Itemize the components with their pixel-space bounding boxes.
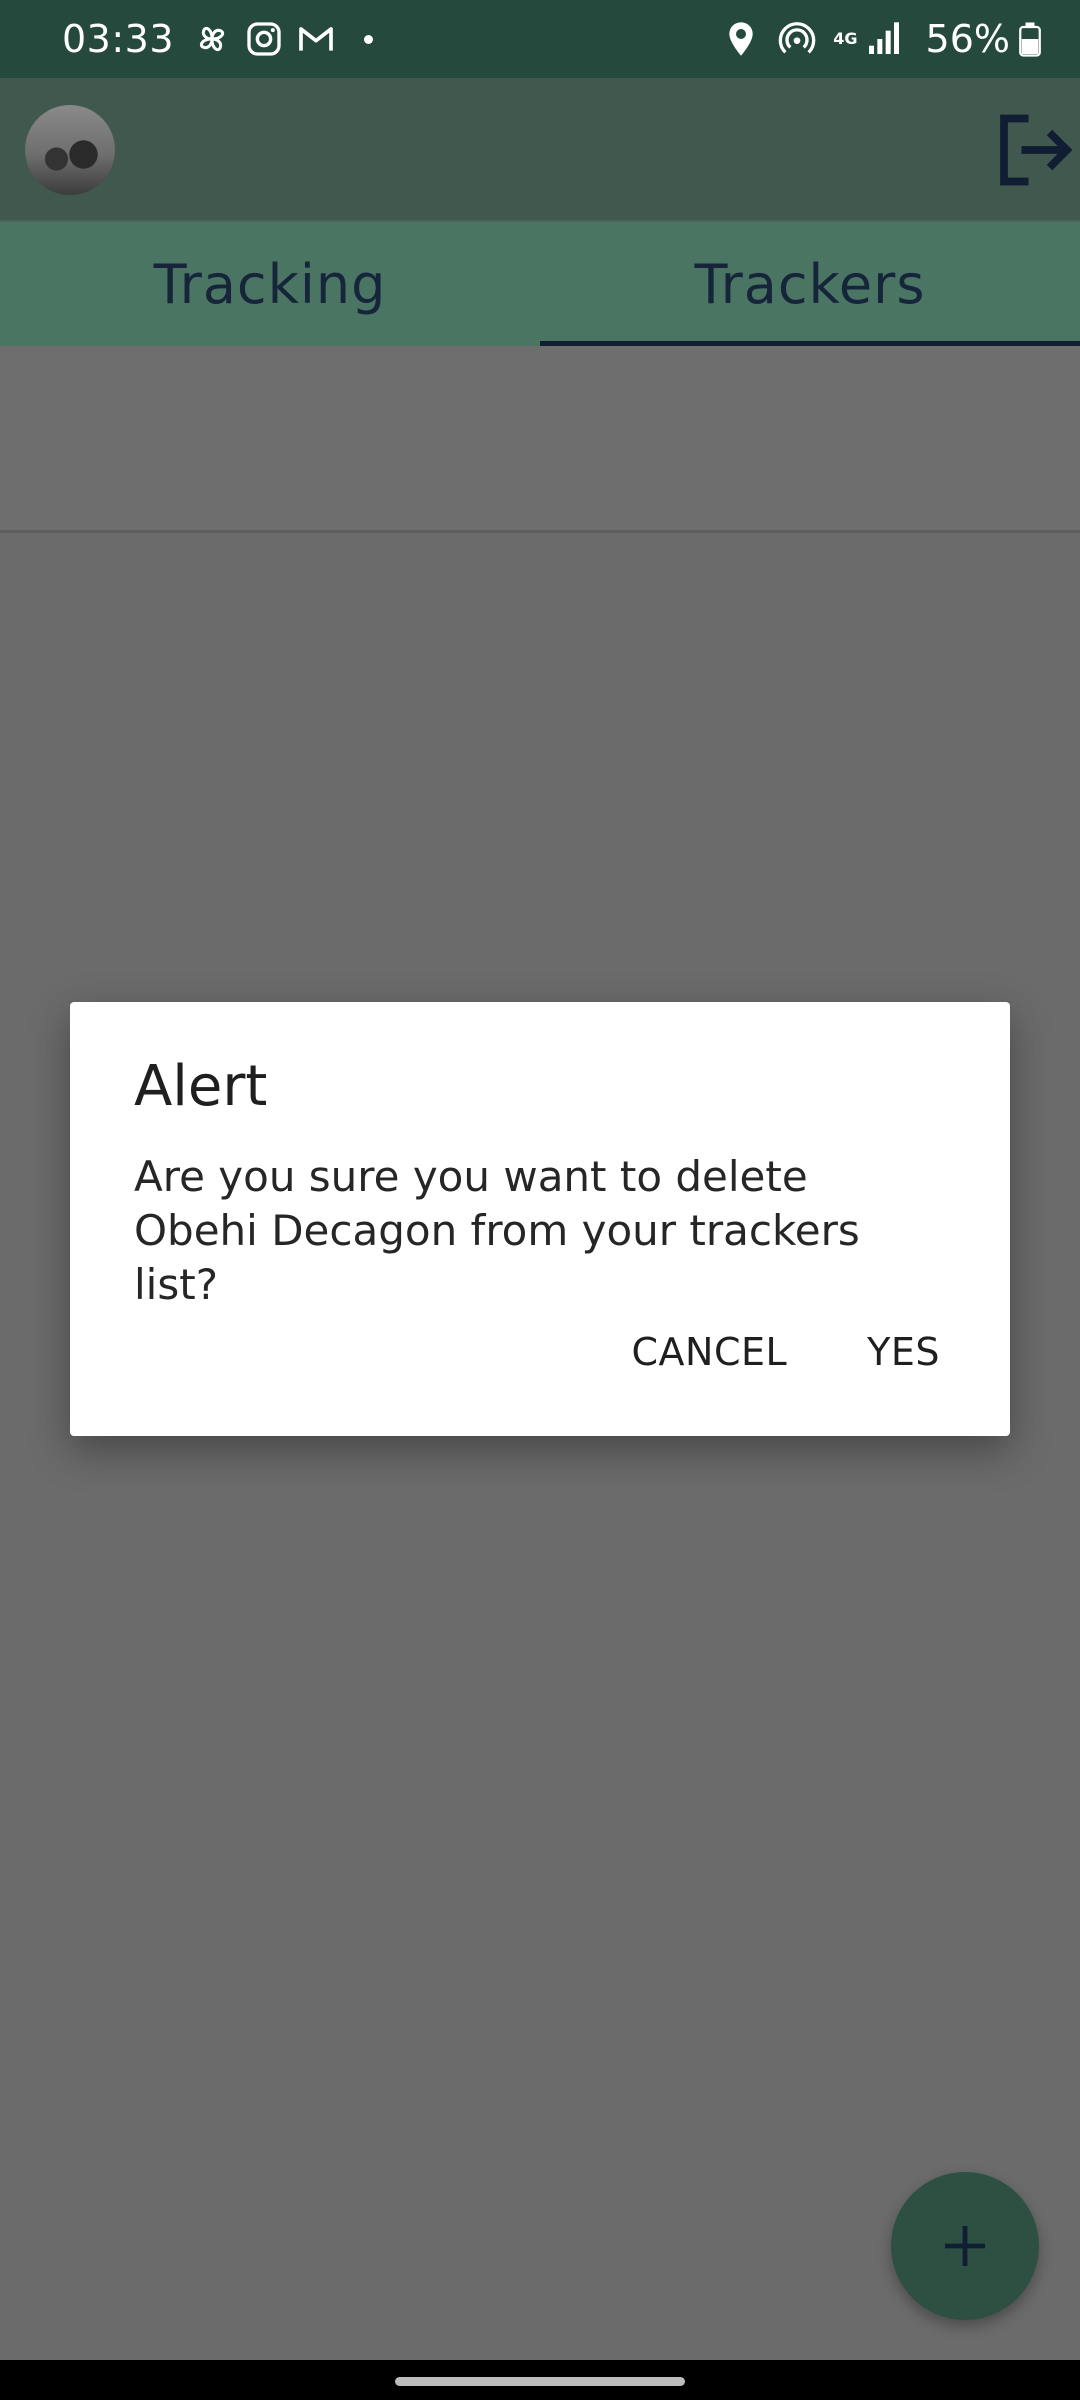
signal-icon — [868, 22, 899, 54]
pinwheel-icon — [199, 26, 225, 52]
gmail-icon — [299, 27, 333, 51]
hotspot-icon — [778, 22, 816, 54]
logout-icon[interactable] — [990, 108, 1074, 192]
list-item[interactable] — [0, 346, 1080, 533]
status-bar: 03:33 4G 56% — [0, 0, 1080, 78]
plus-icon — [945, 2226, 985, 2266]
location-icon — [729, 22, 753, 56]
alert-dialog: Alert Are you sure you want to delete Ob… — [70, 1002, 1010, 1436]
network-type: 4G — [833, 29, 858, 48]
add-tracker-button[interactable] — [891, 2172, 1039, 2320]
status-left: 03:33 — [62, 0, 374, 78]
notification-dot — [364, 34, 374, 44]
dialog-actions: CANCEL YES — [571, 1320, 960, 1384]
battery-percent: 56% — [925, 17, 1010, 61]
home-handle[interactable] — [395, 2377, 685, 2386]
instagram-icon — [247, 22, 281, 56]
tab-tracking[interactable]: Tracking — [0, 222, 540, 346]
status-time: 03:33 — [62, 17, 175, 61]
tab-bar: Tracking Trackers — [0, 222, 1080, 346]
app-bar — [0, 78, 1080, 222]
tab-trackers[interactable]: Trackers — [540, 222, 1080, 346]
battery-icon — [1019, 22, 1041, 57]
navigation-bar — [0, 2360, 1080, 2400]
dialog-title: Alert — [134, 1054, 268, 1119]
user-avatar[interactable] — [25, 105, 115, 195]
yes-button[interactable]: YES — [847, 1320, 960, 1384]
cancel-button[interactable]: CANCEL — [611, 1320, 807, 1384]
dialog-message: Are you sure you want to delete Obehi De… — [134, 1152, 860, 1309]
status-right: 4G 56% — [721, 0, 1058, 78]
